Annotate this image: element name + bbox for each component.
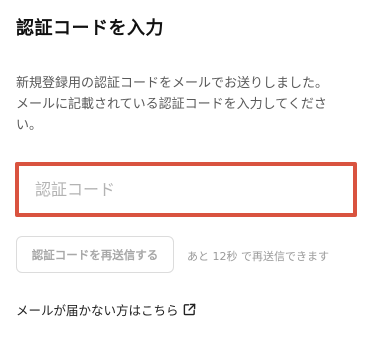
instruction-text: 新規登録用の認証コードをメールでお送りしました。 メールに記載されている認証コー…	[16, 73, 361, 136]
resend-countdown-text: あと 12秒 で再送信できます	[187, 250, 329, 263]
resend-code-button[interactable]: 認証コードを再送信する	[16, 236, 174, 273]
email-not-received-link[interactable]: メールが届かない方はこちら	[16, 300, 196, 319]
instruction-line: メールに記載されている認証コードを入力してくださ	[16, 97, 327, 112]
instruction-line: 新規登録用の認証コードをメールでお送りしました。	[16, 76, 329, 91]
instruction-line: い。	[16, 118, 43, 133]
help-link-label: メールが届かない方はこちら	[16, 303, 179, 318]
external-link-icon	[183, 303, 195, 316]
verification-code-input[interactable]	[15, 162, 357, 217]
page-title: 認証コードを入力	[16, 18, 164, 39]
